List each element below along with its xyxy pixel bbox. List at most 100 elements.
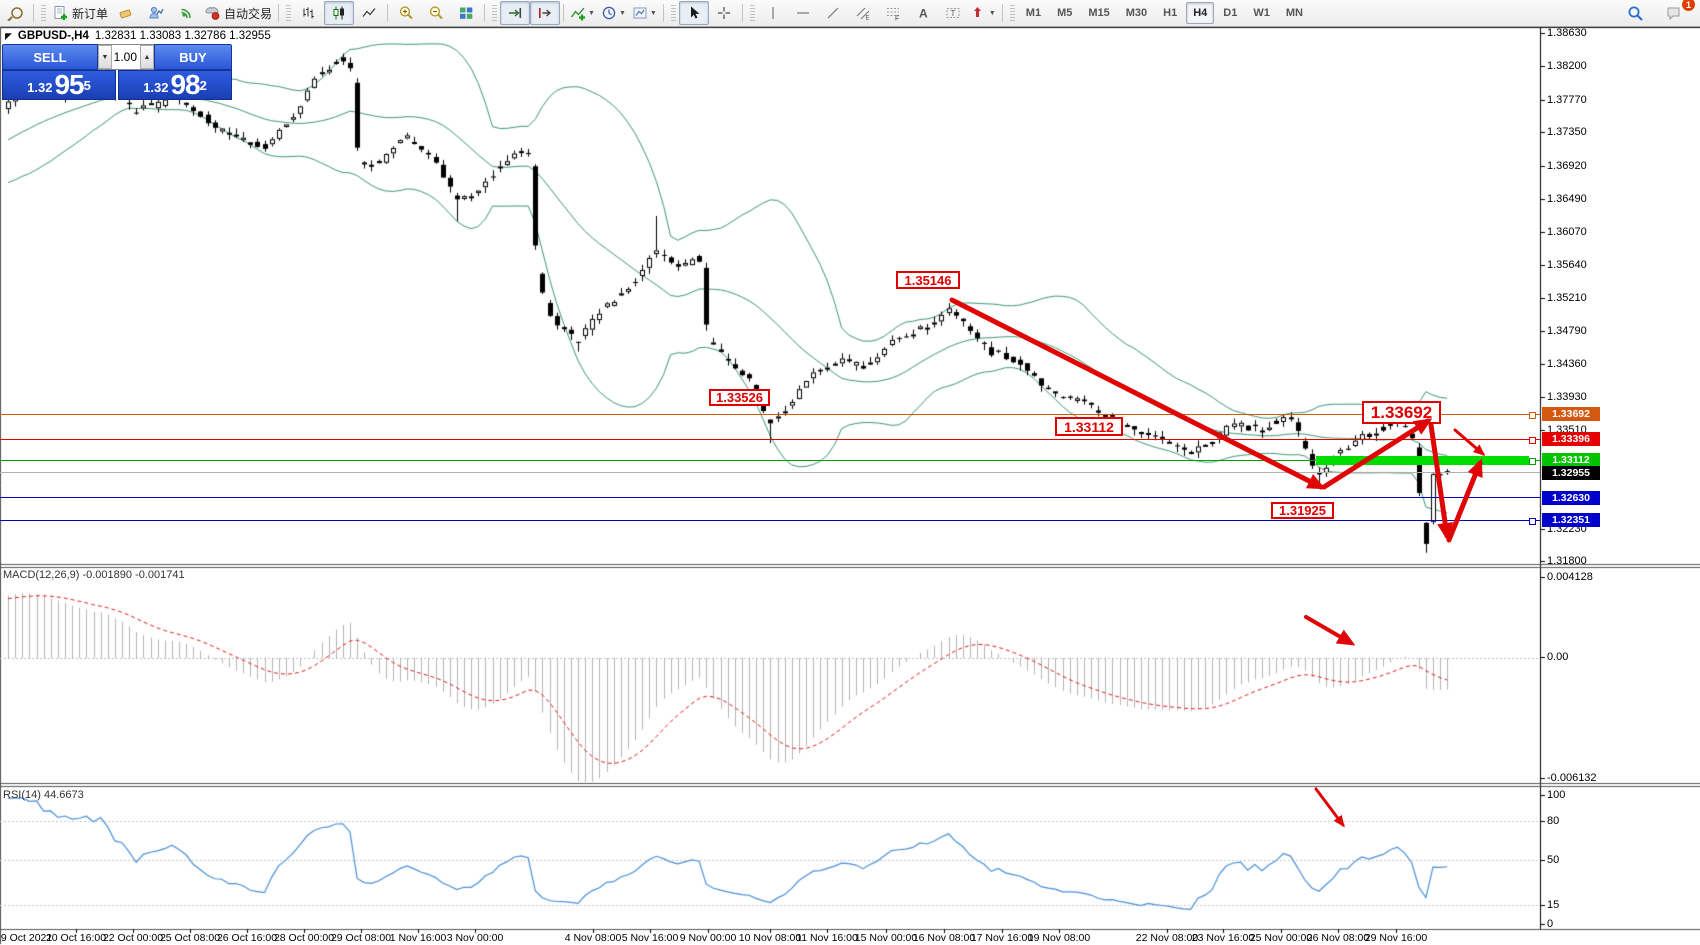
line-chart-button[interactable] (354, 1, 384, 25)
zoom-out-button[interactable] (421, 1, 451, 25)
price-level-line[interactable] (0, 414, 1540, 415)
timeframe-button-h4[interactable]: H4 (1186, 2, 1214, 24)
price-level-line[interactable] (0, 439, 1540, 440)
time-axis-label: 22 Nov 08:00 (1136, 932, 1198, 944)
timeframe-button-mn[interactable]: MN (1279, 2, 1310, 24)
bar-chart-button[interactable] (294, 1, 324, 25)
trendline-tool[interactable] (818, 1, 848, 25)
auto-scroll-icon (507, 5, 523, 21)
auto-trading-label: 自动交易 (224, 5, 272, 22)
market-watch-button[interactable] (141, 1, 171, 25)
new-order-label: 新订单 (72, 5, 108, 22)
text-icon: A (915, 5, 931, 21)
price-axis-label: 1.36070 (1547, 226, 1587, 238)
horizontal-line-tool[interactable] (788, 1, 818, 25)
time-axis-label: 19 Oct 2021 (0, 932, 52, 944)
text-label-icon: T (945, 5, 961, 21)
price-annotation[interactable]: 1.35146 (896, 271, 960, 289)
macd-axis-label: -0.006132 (1547, 772, 1597, 784)
timeframe-button-m5[interactable]: M5 (1050, 2, 1079, 24)
toolbar-grip (671, 5, 676, 21)
timeframe-button-d1[interactable]: D1 (1216, 2, 1244, 24)
trendline-icon (825, 5, 841, 21)
new-order-button[interactable]: 新订单 (49, 1, 111, 25)
partial-chart-icon (7, 5, 23, 21)
text-tool[interactable]: A (908, 1, 938, 25)
macd-label: MACD(12,26,9) -0.001890 -0.001741 (3, 569, 185, 581)
volume-decrease-button[interactable]: ▼ (98, 45, 112, 69)
timeframe-button-w1[interactable]: W1 (1246, 2, 1277, 24)
vertical-line-tool[interactable] (758, 1, 788, 25)
arrows-tool[interactable]: ▼ (968, 1, 999, 25)
text-label-tool[interactable]: T (938, 1, 968, 25)
chart-header: ◤ GBPUSD-,H4 1.32831 1.33083 1.32786 1.3… (5, 30, 271, 42)
chart-shift-icon (537, 5, 553, 21)
ohlc-values: 1.32831 1.33083 1.32786 1.32955 (95, 30, 271, 42)
svg-text:F: F (895, 16, 899, 22)
sell-price-button[interactable]: 1.32 95 5 (2, 70, 116, 100)
volume-increase-button[interactable]: ▲ (140, 45, 154, 69)
buy-button[interactable]: BUY (154, 44, 232, 70)
zoom-in-button[interactable] (391, 1, 421, 25)
period-button[interactable]: ▼ (598, 1, 629, 25)
rsi-axis-label: 100 (1547, 789, 1565, 801)
price-annotation[interactable]: 1.31925 (1271, 502, 1334, 519)
dropdown-arrow-icon: ▼ (588, 10, 595, 17)
cursor-tool-button[interactable] (679, 1, 709, 25)
timeframe-button-m15[interactable]: M15 (1081, 2, 1116, 24)
timeframe-button-m1[interactable]: M1 (1019, 2, 1048, 24)
styler-button[interactable] (111, 1, 141, 25)
price-annotation[interactable]: 1.33692 (1362, 401, 1441, 424)
sell-button[interactable]: SELL (2, 44, 98, 70)
support-zone-bar[interactable] (1316, 456, 1529, 465)
price-level-line[interactable] (0, 472, 1540, 473)
level-marker[interactable] (1529, 437, 1536, 444)
price-level-line[interactable] (0, 520, 1540, 521)
buy-price-button[interactable]: 1.32 98 2 (118, 70, 232, 100)
zoom-in-icon (398, 5, 414, 21)
dropdown-arrow-icon: ▼ (989, 10, 996, 17)
volume-input[interactable]: 1.00 (112, 45, 140, 69)
price-tag: 1.32351 (1542, 513, 1600, 527)
search-button[interactable] (1620, 1, 1650, 25)
notifications-button[interactable]: 1 (1660, 1, 1690, 25)
toolbar-grip (286, 5, 291, 21)
auto-trading-button[interactable]: 自动交易 (201, 1, 275, 25)
new-order-icon (52, 5, 68, 21)
price-annotation[interactable]: 1.33112 (1055, 417, 1123, 436)
level-marker[interactable] (1529, 412, 1536, 419)
time-axis-label: 28 Oct 00:00 (274, 932, 334, 944)
auto-trading-icon (204, 5, 220, 21)
auto-scroll-button[interactable] (500, 1, 530, 25)
signals-button[interactable] (171, 1, 201, 25)
price-tag: 1.33112 (1542, 453, 1600, 467)
equidistant-channel-icon: E (855, 5, 871, 21)
bar-chart-icon (301, 5, 317, 21)
time-axis-label: 22 Oct 00:00 (103, 932, 163, 944)
level-marker[interactable] (1529, 458, 1536, 465)
buy-price-big: 98 (170, 72, 199, 98)
channel-tool[interactable]: E (848, 1, 878, 25)
price-level-line[interactable] (0, 460, 1540, 461)
price-level-line[interactable] (0, 497, 1540, 498)
price-tag: 1.32955 (1542, 466, 1600, 480)
candlestick-chart-button[interactable] (324, 1, 354, 25)
timeframe-button-h1[interactable]: H1 (1156, 2, 1184, 24)
time-axis-label: 1 Nov 16:00 (390, 932, 447, 944)
fibonacci-icon: F (885, 5, 901, 21)
price-annotation[interactable]: 1.33526 (709, 389, 770, 406)
tile-windows-button[interactable] (451, 1, 481, 25)
fibonacci-tool[interactable]: F (878, 1, 908, 25)
template-button[interactable]: ▼ (629, 1, 660, 25)
crosshair-tool-button[interactable] (709, 1, 739, 25)
add-indicator-button[interactable]: ▼ (567, 1, 598, 25)
chart-window-icon[interactable] (0, 1, 30, 25)
level-marker[interactable] (1529, 518, 1536, 525)
macd-axis-label: 0.004128 (1547, 571, 1593, 583)
chart-shift-button[interactable] (530, 1, 560, 25)
vertical-line-icon (765, 5, 781, 21)
time-axis-label: 25 Nov 00:00 (1250, 932, 1312, 944)
toolbar-separator (563, 4, 564, 22)
toolbar-separator (278, 4, 279, 22)
timeframe-button-m30[interactable]: M30 (1119, 2, 1154, 24)
